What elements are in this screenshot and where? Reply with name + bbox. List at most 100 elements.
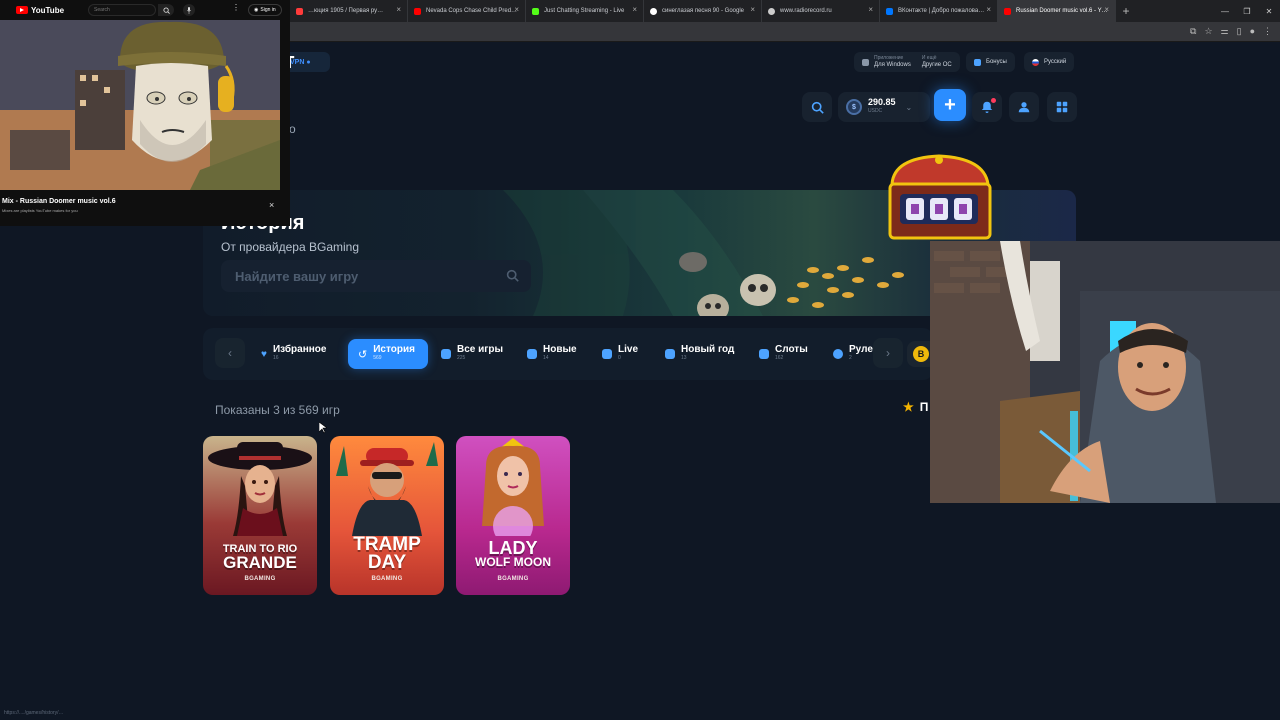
game-search-box[interactable] — [221, 260, 531, 292]
firework-icon — [665, 349, 675, 359]
more-options-icon[interactable]: ⋮ — [232, 3, 240, 12]
restore-icon[interactable]: ❐ — [1236, 0, 1258, 22]
chevron-down-icon: ⌄ — [905, 102, 913, 112]
vpn-dot-icon: ● — [306, 58, 311, 66]
tab-slots[interactable]: Слоты 162 — [749, 339, 818, 369]
browser-tab[interactable]: Nevada Cops Chase Child Pred… × — [408, 0, 526, 22]
youtube-signin-button[interactable]: ◉ Sign in — [248, 4, 282, 16]
game-card-lady-wolf-moon[interactable]: LADY WOLF MOON BGAMING — [456, 436, 570, 595]
youtube-video-frame[interactable] — [0, 20, 280, 190]
notification-dot — [991, 98, 996, 103]
profile-icon[interactable]: ● — [1250, 26, 1255, 37]
bookmark-star-icon[interactable]: ☆ — [1204, 26, 1212, 37]
extensions-icon[interactable]: ⚌ — [1221, 26, 1229, 37]
deposit-plus-button[interactable]: + — [934, 89, 966, 121]
tab-close-icon[interactable]: × — [632, 6, 637, 14]
menu-grid-button[interactable] — [1047, 92, 1077, 122]
game-art — [336, 442, 438, 536]
doomer-video-thumbnail — [0, 20, 280, 190]
browser-tab-active[interactable]: Russian Doomer music vol.6 - Y… × — [998, 0, 1116, 22]
tab-label: синеглазая песня 90 - Google — [662, 8, 745, 14]
balance-currency: USDC — [868, 108, 883, 114]
browser-tab[interactable]: www.radiorecord.ru × — [762, 0, 880, 22]
youtube-search-button[interactable] — [158, 4, 174, 16]
window-controls: — ❐ ✕ — [1214, 0, 1280, 22]
youtube-search-input[interactable]: Search — [88, 4, 156, 16]
tab-close-icon[interactable]: × — [750, 6, 755, 14]
category-name: Live — [618, 344, 639, 355]
category-name: Новые — [543, 344, 577, 355]
tab-history[interactable]: ↺ История 569 — [348, 339, 428, 369]
category-name: Новый год — [681, 344, 735, 355]
balance-selector[interactable]: $ 290.85 USDC ⌄ — [838, 92, 930, 122]
minimize-icon[interactable]: — — [1214, 0, 1236, 22]
tab-label: www.radiorecord.ru — [780, 8, 832, 14]
tab-favicon-icon — [768, 7, 775, 15]
notifications-button[interactable] — [972, 92, 1002, 122]
category-count: 225 — [457, 355, 466, 361]
tab-new-year[interactable]: Новый год 13 — [655, 339, 744, 369]
sidebar-icon[interactable]: ▯ — [1237, 26, 1242, 37]
category-next-button[interactable]: › — [873, 338, 903, 368]
webcam-feed-image — [930, 241, 1280, 503]
other-os-label: Другие ОС — [921, 62, 952, 68]
tab-close-icon[interactable]: × — [514, 6, 519, 14]
search-icon[interactable] — [506, 269, 519, 282]
star-icon: ★ — [903, 400, 914, 414]
tab-close-icon[interactable]: × — [1104, 6, 1109, 14]
close-window-icon[interactable]: ✕ — [1258, 0, 1280, 22]
tab-close-icon[interactable]: × — [396, 6, 401, 14]
language-selector[interactable]: Русский — [1024, 52, 1075, 72]
game-search-input[interactable] — [235, 268, 495, 284]
game-card-train-to-rio-grande[interactable]: TRAIN TO RIO GRANDE BGAMING — [203, 436, 317, 595]
tab-favorites[interactable]: ♥ Избранное 16 — [251, 339, 336, 369]
bonuses-button[interactable]: Бонусы — [966, 52, 1015, 72]
user-icon — [1018, 102, 1030, 113]
youtube-video-title[interactable]: Mix - Russian Doomer music vol.6 — [2, 198, 116, 205]
browser-tab[interactable]: Just Chatting Streaming - Live × — [526, 0, 644, 22]
search-button[interactable] — [802, 92, 832, 122]
favorites-heading[interactable]: ★ П — [903, 400, 928, 414]
logo-sub-fragment: о — [289, 122, 296, 136]
install-app-icon[interactable]: ⧉ — [1190, 26, 1196, 37]
banner-subtitle: От провайдера BGaming — [221, 240, 360, 254]
youtube-logo[interactable]: YouTube — [16, 6, 64, 15]
russian-flag-icon — [1032, 58, 1039, 66]
tab-all-games[interactable]: Все игры 225 — [431, 339, 513, 369]
category-name: Избранное — [272, 344, 327, 355]
tab-new[interactable]: Новые 14 — [517, 339, 587, 369]
tab-close-icon[interactable]: × — [868, 6, 873, 14]
download-app-button[interactable]: Приложение Для Windows И ещё Другие ОС — [854, 52, 960, 72]
game-title-line2: WOLF MOON — [475, 555, 551, 569]
category-count: 0 — [618, 355, 621, 361]
history-icon: ↺ — [358, 348, 368, 361]
other-os-top-label: И ещё — [921, 55, 937, 61]
game-card-tramp-day[interactable]: TRAMP DAY BGAMING — [330, 436, 444, 595]
profile-button[interactable] — [1009, 92, 1039, 122]
windows-icon — [862, 58, 869, 66]
tab-favicon-icon — [1004, 7, 1011, 15]
youtube-play-icon — [16, 6, 28, 14]
tab-live[interactable]: Live 0 — [592, 339, 648, 369]
close-icon[interactable]: × — [269, 200, 274, 210]
tab-close-icon[interactable]: × — [986, 6, 991, 14]
category-count: 162 — [775, 355, 784, 361]
game-art — [482, 438, 544, 536]
browser-tab[interactable]: синеглазая песня 90 - Google × — [644, 0, 762, 22]
category-count: 14 — [543, 355, 549, 361]
new-tab-button[interactable]: + — [1116, 0, 1136, 22]
mic-button[interactable] — [183, 4, 195, 16]
tab-favicon-icon — [296, 7, 303, 15]
category-prev-button[interactable]: ‹ — [215, 338, 245, 368]
gift-icon — [974, 58, 981, 66]
live-camera-icon — [602, 349, 612, 359]
mouse-cursor-icon — [319, 422, 327, 434]
menu-dots-icon[interactable]: ⋮ — [1263, 26, 1272, 37]
b-coin-icon: B — [913, 346, 929, 362]
browser-tab[interactable]: …юция 1905 / Первая ру… × — [290, 0, 408, 22]
game-title-line2: GRANDE — [223, 553, 297, 572]
browser-tab[interactable]: ВКонтакте | Добро пожалова… × — [880, 0, 998, 22]
category-nav: ‹ ♥ Избранное 16 ↺ История 569 Все игры 225… — [203, 328, 933, 380]
grid-icon — [1056, 101, 1068, 113]
microphone-icon — [186, 6, 192, 14]
